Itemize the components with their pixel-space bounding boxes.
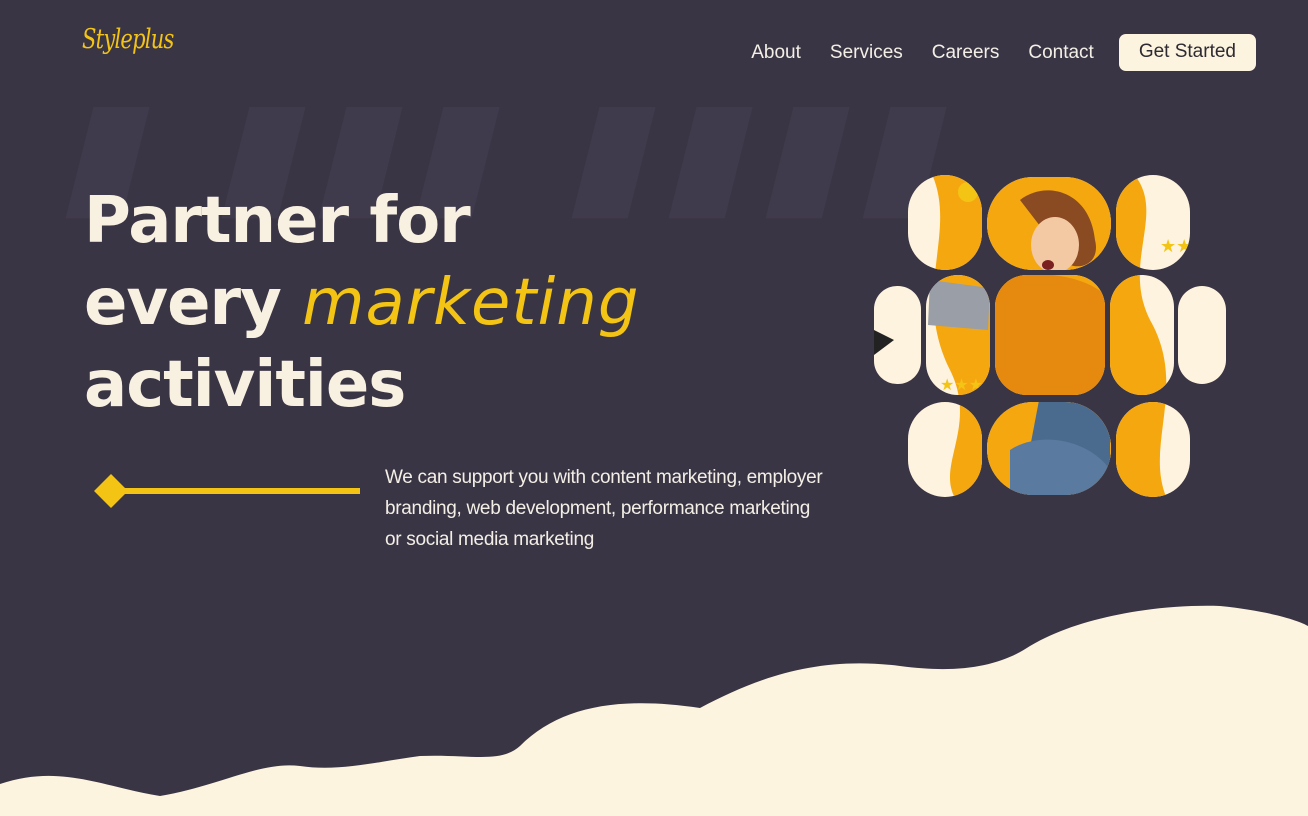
get-started-button[interactable]: Get Started <box>1118 34 1256 71</box>
hero-title-line1: Partner for <box>84 184 471 258</box>
hero-title-accent: marketing <box>302 266 640 340</box>
svg-text:★★★: ★★★ <box>940 375 983 394</box>
hero-title-word: every <box>84 266 282 340</box>
main-nav: About Services Careers Contact Get Start… <box>751 34 1256 71</box>
hero-title: Partner for every marketing activities <box>84 180 639 426</box>
hero-title-line3: activities <box>84 348 406 422</box>
nav-link-contact[interactable]: Contact <box>1028 42 1093 64</box>
hero-description: We can support you with content marketin… <box>385 467 823 550</box>
accent-line <box>118 488 360 494</box>
brand-logo[interactable]: Styleplus <box>82 24 174 55</box>
svg-text:★★: ★★ <box>1160 236 1192 257</box>
cream-wave-shape <box>0 605 1308 816</box>
hero-mosaic-image: ★★ ★★★ <box>874 175 1226 497</box>
nav-link-services[interactable]: Services <box>830 42 903 64</box>
nav-link-about[interactable]: About <box>751 42 801 64</box>
nav-link-careers[interactable]: Careers <box>932 42 1000 64</box>
